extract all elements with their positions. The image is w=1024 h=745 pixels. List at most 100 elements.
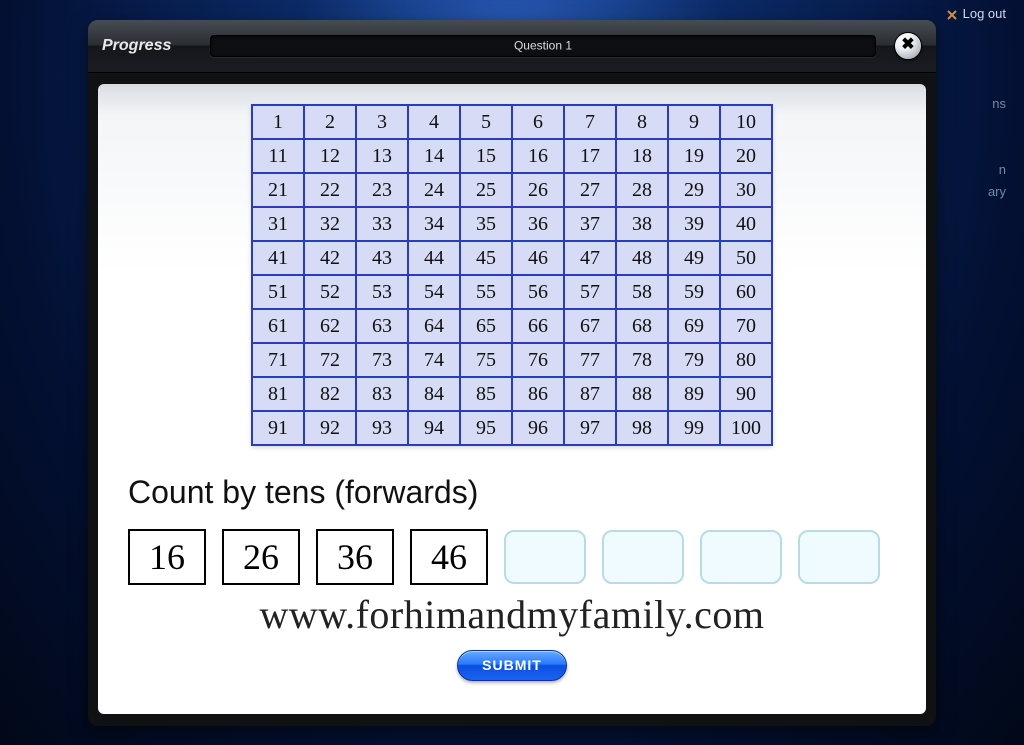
hundred-cell: 94: [408, 411, 460, 445]
hundred-cell: 93: [356, 411, 408, 445]
hundred-cell: 5: [460, 105, 512, 139]
hundred-cell: 29: [668, 173, 720, 207]
watermark-text: www.forhimandmyfamily.com: [122, 591, 902, 638]
hundred-cell: 30: [720, 173, 772, 207]
background-nav: Log out ns n ary: [947, 4, 1006, 202]
hundred-cell: 77: [564, 343, 616, 377]
hundred-cell: 61: [252, 309, 304, 343]
hundred-cell: 68: [616, 309, 668, 343]
hundred-cell: 20: [720, 139, 772, 173]
hundred-cell: 88: [616, 377, 668, 411]
hundred-cell: 57: [564, 275, 616, 309]
hundred-cell: 22: [304, 173, 356, 207]
hundred-cell: 87: [564, 377, 616, 411]
hundred-cell: 54: [408, 275, 460, 309]
hundred-cell: 59: [668, 275, 720, 309]
hundred-cell: 81: [252, 377, 304, 411]
answer-input[interactable]: [700, 530, 782, 584]
hundred-cell: 40: [720, 207, 772, 241]
hundred-cell: 83: [356, 377, 408, 411]
hundred-cell: 98: [616, 411, 668, 445]
hundred-cell: 48: [616, 241, 668, 275]
close-button[interactable]: ✖: [894, 32, 922, 60]
hundred-cell: 38: [616, 207, 668, 241]
hundred-cell: 51: [252, 275, 304, 309]
hundred-cell: 73: [356, 343, 408, 377]
hundred-chart: 1234567891011121314151617181920212223242…: [251, 104, 773, 446]
hundred-cell: 44: [408, 241, 460, 275]
hundred-cell: 100: [720, 411, 772, 445]
hundred-cell: 8: [616, 105, 668, 139]
hundred-cell: 86: [512, 377, 564, 411]
hundred-cell: 69: [668, 309, 720, 343]
hundred-cell: 97: [564, 411, 616, 445]
hundred-cell: 78: [616, 343, 668, 377]
hundred-cell: 13: [356, 139, 408, 173]
hundred-cell: 99: [668, 411, 720, 445]
hundred-cell: 67: [564, 309, 616, 343]
hundred-cell: 2: [304, 105, 356, 139]
answer-input[interactable]: [602, 530, 684, 584]
hundred-cell: 42: [304, 241, 356, 275]
modal-content: 1234567891011121314151617181920212223242…: [98, 84, 926, 714]
hundred-cell: 14: [408, 139, 460, 173]
hundred-cell: 49: [668, 241, 720, 275]
given-number: 26: [222, 529, 300, 585]
hundred-cell: 90: [720, 377, 772, 411]
hundred-cell: 52: [304, 275, 356, 309]
hundred-cell: 84: [408, 377, 460, 411]
hundred-cell: 60: [720, 275, 772, 309]
hundred-cell: 16: [512, 139, 564, 173]
modal-titlebar: Progress Question 1 ✖: [88, 20, 936, 73]
hundred-cell: 3: [356, 105, 408, 139]
hundred-cell: 31: [252, 207, 304, 241]
hundred-cell: 92: [304, 411, 356, 445]
hundred-cell: 33: [356, 207, 408, 241]
bg-text-fragment-2: n: [947, 160, 1006, 180]
hundred-cell: 53: [356, 275, 408, 309]
question-modal: Progress Question 1 ✖ 123456789101112131…: [88, 20, 936, 726]
hundred-cell: 64: [408, 309, 460, 343]
hundred-cell: 65: [460, 309, 512, 343]
hundred-cell: 74: [408, 343, 460, 377]
hundred-cell: 70: [720, 309, 772, 343]
hundred-cell: 43: [356, 241, 408, 275]
hundred-cell: 25: [460, 173, 512, 207]
question-prompt: Count by tens (forwards): [128, 474, 902, 511]
hundred-cell: 11: [252, 139, 304, 173]
progress-label: Question 1: [514, 38, 572, 52]
hundred-cell: 55: [460, 275, 512, 309]
hundred-cell: 26: [512, 173, 564, 207]
answer-row: 16263646: [128, 529, 902, 585]
hundred-cell: 15: [460, 139, 512, 173]
hundred-cell: 27: [564, 173, 616, 207]
answer-input[interactable]: [798, 530, 880, 584]
hundred-cell: 28: [616, 173, 668, 207]
given-number: 16: [128, 529, 206, 585]
hundred-cell: 4: [408, 105, 460, 139]
hundred-cell: 95: [460, 411, 512, 445]
logout-link[interactable]: Log out: [947, 4, 1006, 24]
hundred-cell: 10: [720, 105, 772, 139]
hundred-cell: 79: [668, 343, 720, 377]
hundred-cell: 58: [616, 275, 668, 309]
hundred-cell: 6: [512, 105, 564, 139]
hundred-cell: 47: [564, 241, 616, 275]
hundred-cell: 24: [408, 173, 460, 207]
hundred-cell: 23: [356, 173, 408, 207]
hundred-cell: 37: [564, 207, 616, 241]
hundred-chart-wrap: 1234567891011121314151617181920212223242…: [122, 104, 902, 446]
hundred-cell: 82: [304, 377, 356, 411]
hundred-cell: 85: [460, 377, 512, 411]
hundred-cell: 46: [512, 241, 564, 275]
submit-button[interactable]: SUBMIT: [457, 650, 567, 681]
submit-label: SUBMIT: [482, 657, 542, 673]
given-number: 36: [316, 529, 394, 585]
hundred-cell: 45: [460, 241, 512, 275]
hundred-cell: 19: [668, 139, 720, 173]
answer-input[interactable]: [504, 530, 586, 584]
hundred-cell: 34: [408, 207, 460, 241]
hundred-cell: 18: [616, 139, 668, 173]
hundred-cell: 66: [512, 309, 564, 343]
hundred-cell: 62: [304, 309, 356, 343]
